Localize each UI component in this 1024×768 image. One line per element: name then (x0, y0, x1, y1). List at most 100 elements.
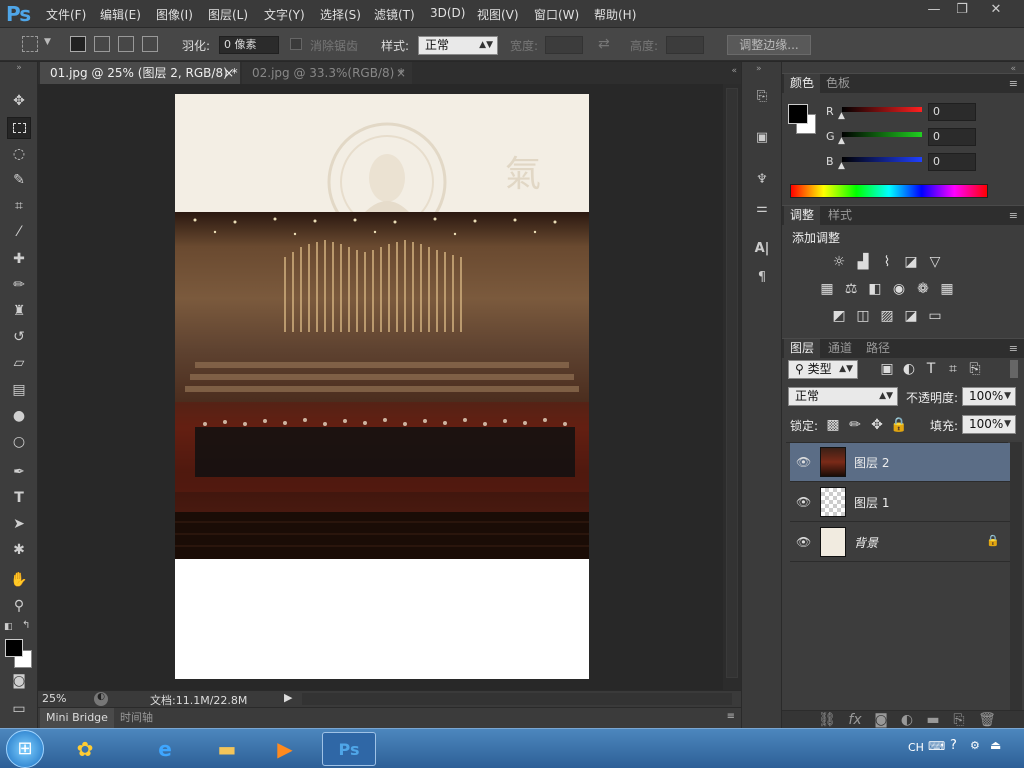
tab-mini-bridge[interactable]: Mini Bridge (40, 708, 114, 728)
panel-menu-icon[interactable]: ≡ (1009, 74, 1018, 93)
marquee-tool-icon[interactable] (7, 117, 31, 139)
close-button[interactable]: ✕ (982, 0, 1010, 20)
eyedropper-tool-icon[interactable]: ⁄ (7, 221, 31, 243)
menu-image[interactable]: 图像(I) (156, 6, 193, 23)
lasso-tool-icon[interactable]: ◌ (7, 143, 31, 165)
blend-mode-select[interactable]: 正常 ▲▼ (788, 387, 898, 406)
lock-position-icon[interactable]: ✥ (868, 417, 886, 433)
swap-icon[interactable]: ⇄ (598, 36, 610, 52)
media-player-icon[interactable]: ▶ (258, 732, 312, 766)
menu-3d[interactable]: 3D(D) (430, 6, 465, 20)
tray-arrow-icon[interactable]: ⏏ (990, 738, 1001, 752)
gradient-tool-icon[interactable]: ▤ (7, 379, 31, 401)
foreground-color-chip[interactable] (788, 104, 808, 124)
filter-shape-icon[interactable]: ⌗ (944, 361, 962, 377)
opacity-field[interactable]: 100% ▼ (962, 387, 1016, 406)
fill-field[interactable]: 100% ▼ (962, 415, 1016, 434)
tab-layers[interactable]: 图层 (784, 339, 821, 359)
tab-close-icon[interactable]: × (396, 62, 406, 84)
layers-scrollbar[interactable] (1010, 442, 1022, 712)
posterize-icon[interactable]: ◫ (854, 308, 872, 324)
color-balance-icon[interactable]: ⚖ (842, 281, 860, 297)
healing-brush-tool-icon[interactable]: ✚ (7, 248, 31, 270)
character-panel-icon[interactable]: A| (750, 239, 774, 259)
invert-icon[interactable]: ◩ (830, 308, 848, 324)
history-panel-icon[interactable]: ⎘ (750, 87, 774, 107)
brush-tool-icon[interactable]: ✏ (7, 274, 31, 296)
menu-filter[interactable]: 滤镜(T) (374, 6, 415, 23)
blue-value-field[interactable]: 0 (928, 153, 976, 171)
new-adjustment-icon[interactable]: ◐ (898, 712, 916, 728)
paragraph-panel-icon[interactable]: ¶ (750, 268, 774, 288)
levels-icon[interactable]: ▟ (854, 254, 872, 270)
gradient-map-icon[interactable]: ◪ (902, 308, 920, 324)
screen-mode-icon[interactable]: ▭ (7, 698, 31, 720)
add-selection-icon[interactable] (94, 36, 110, 52)
clone-stamp-tool-icon[interactable]: ♜ (7, 300, 31, 322)
language-indicator[interactable]: CH (908, 741, 924, 754)
feather-input[interactable]: 0 像素 (219, 36, 279, 54)
taskbar-app-icon[interactable]: ✿ (58, 732, 112, 766)
brightness-contrast-icon[interactable]: ☼ (830, 254, 848, 270)
selective-color-icon[interactable]: ▭ (926, 308, 944, 324)
filter-toggle[interactable] (1010, 360, 1018, 378)
filter-smart-object-icon[interactable]: ⎘ (966, 361, 984, 377)
link-layers-icon[interactable]: ⛓ (818, 712, 836, 728)
lock-pixels-icon[interactable]: ✏ (846, 417, 864, 433)
black-white-icon[interactable]: ◧ (866, 281, 884, 297)
menu-file[interactable]: 文件(F) (46, 6, 86, 23)
tab-paths[interactable]: 路径 (860, 339, 896, 359)
green-slider[interactable] (842, 132, 922, 137)
subtract-selection-icon[interactable] (118, 36, 134, 52)
photoshop-taskbar-icon[interactable]: Ps (322, 732, 376, 766)
layer-name[interactable]: 图层 1 (854, 494, 889, 511)
new-selection-icon[interactable] (70, 36, 86, 52)
antialias-checkbox[interactable] (290, 38, 302, 50)
lock-transparent-icon[interactable]: ▩ (824, 417, 842, 433)
green-value-field[interactable]: 0 (928, 128, 976, 146)
tab-adjustments[interactable]: 调整 (784, 206, 821, 226)
menu-select[interactable]: 选择(S) (320, 6, 361, 23)
lock-all-icon[interactable]: 🔒 (890, 417, 908, 433)
visibility-eye-icon[interactable]: 👁 (796, 495, 811, 509)
tab-styles[interactable]: 样式 (822, 206, 858, 226)
red-value-field[interactable]: 0 (928, 103, 976, 121)
layer-name[interactable]: 图层 2 (854, 454, 889, 471)
vertical-scrollbar[interactable] (723, 84, 741, 690)
status-info-icon[interactable]: ◐ (94, 692, 108, 706)
foreground-color-swatch[interactable] (5, 639, 23, 657)
channel-mixer-icon[interactable]: ❁ (914, 281, 932, 297)
menu-type[interactable]: 文字(Y) (264, 6, 305, 23)
layer-style-icon[interactable]: fx (846, 712, 864, 728)
tab-swatches[interactable]: 色板 (820, 74, 856, 94)
swap-colors-icon[interactable]: ↰ (22, 620, 30, 631)
new-layer-icon[interactable]: ⎘ (950, 712, 968, 728)
quick-mask-icon[interactable]: ◙ (7, 670, 31, 692)
layer-name[interactable]: 背景 (854, 534, 878, 551)
internet-explorer-icon[interactable]: e (138, 732, 192, 766)
layer-row[interactable]: 👁 背景 🔒 (790, 523, 1012, 562)
panel-menu-icon[interactable]: ≡ (1009, 206, 1018, 225)
exposure-icon[interactable]: ◪ (902, 254, 920, 270)
zoom-tool-icon[interactable]: ⚲ (7, 595, 31, 617)
minimize-button[interactable]: — (920, 0, 948, 20)
refine-edge-button[interactable]: 调整边缘... (727, 35, 811, 55)
crop-tool-icon[interactable]: ⌗ (7, 195, 31, 217)
filter-adjustment-icon[interactable]: ◐ (900, 361, 918, 377)
visibility-eye-icon[interactable]: 👁 (796, 455, 811, 469)
visibility-eye-icon[interactable]: 👁 (796, 535, 811, 549)
type-tool-icon[interactable]: T (7, 487, 31, 509)
intersect-selection-icon[interactable] (142, 36, 158, 52)
file-explorer-icon[interactable]: ▬ (200, 732, 254, 766)
brush-panel-icon[interactable]: ⚌ (750, 199, 774, 219)
zoom-level[interactable]: 25% (42, 692, 66, 705)
help-icon[interactable]: ? (950, 738, 957, 753)
quick-select-tool-icon[interactable]: ✎ (7, 169, 31, 191)
pen-tool-icon[interactable]: ✒ (7, 461, 31, 483)
height-input[interactable] (666, 36, 704, 54)
marquee-preset-icon[interactable] (22, 36, 38, 52)
layer-row[interactable]: 👁 图层 1 (790, 483, 1012, 522)
panel-menu-icon[interactable]: ≡ (1009, 339, 1018, 358)
tab-timeline[interactable]: 时间轴 (116, 708, 157, 728)
eraser-tool-icon[interactable]: ▱ (7, 352, 31, 374)
